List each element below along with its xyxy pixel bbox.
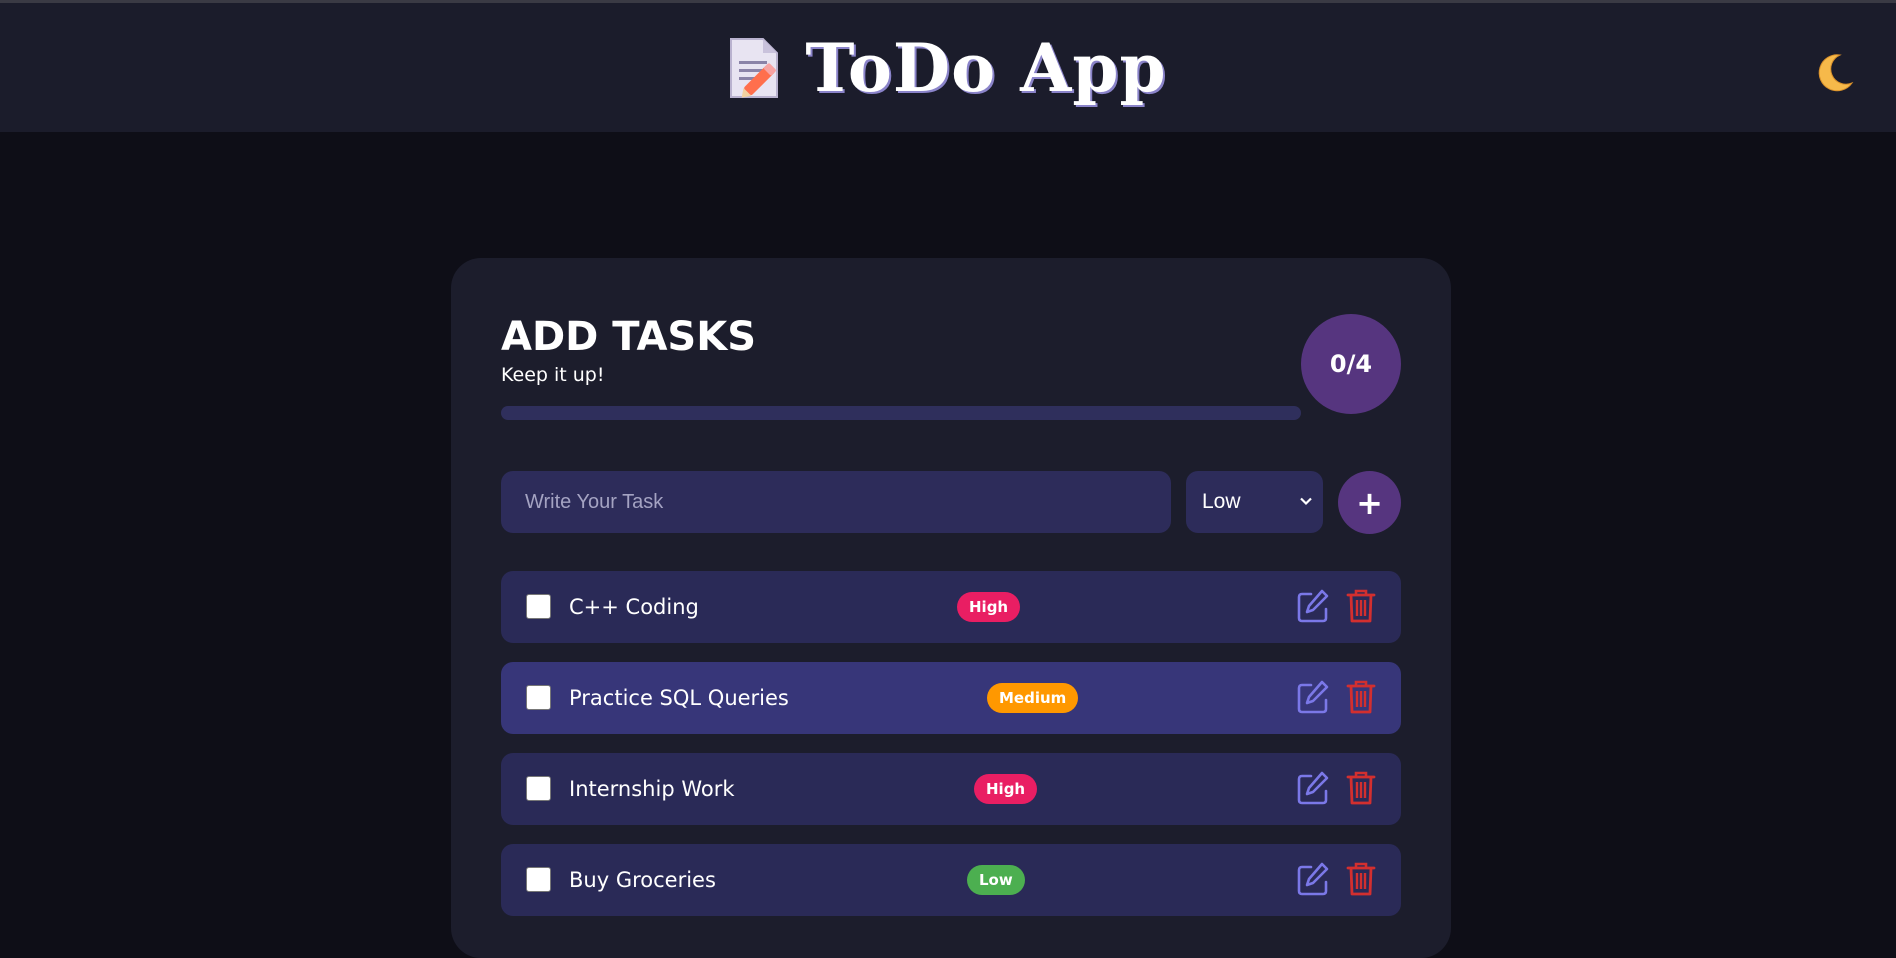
trash-icon[interactable] [1346, 861, 1380, 897]
task-item[interactable]: C++ Coding High [501, 571, 1401, 643]
task-item[interactable]: Buy Groceries Low [501, 844, 1401, 916]
task-checkbox[interactable] [526, 685, 551, 710]
priority-badge: High [974, 774, 1038, 804]
trash-icon[interactable] [1346, 770, 1380, 806]
priority-badge: Low [967, 865, 1025, 895]
task-text: Internship Work [569, 777, 735, 801]
edit-icon[interactable] [1296, 861, 1330, 897]
app-title: ToDo App [805, 28, 1167, 107]
add-task-button[interactable]: + [1338, 471, 1401, 534]
priority-select-value: Low [1202, 490, 1241, 513]
task-text: C++ Coding [569, 595, 699, 619]
task-text: Practice SQL Queries [569, 686, 789, 710]
trash-icon[interactable] [1346, 679, 1380, 715]
chevron-down-icon [1299, 490, 1313, 514]
task-list: C++ Coding High Practice SQL Queries Medium… [501, 571, 1401, 935]
memo-pencil-icon [725, 35, 783, 101]
priority-badge: Medium [987, 683, 1079, 713]
priority-select[interactable]: Low [1186, 471, 1323, 533]
task-counter: 0/4 [1301, 314, 1401, 414]
edit-icon[interactable] [1296, 770, 1330, 806]
card-title: ADD TASKS [501, 314, 757, 360]
priority-badge: High [957, 592, 1021, 622]
task-card: ADD TASKS Keep it up! 0/4 Low + C++ Codi… [451, 258, 1451, 958]
trash-icon[interactable] [1346, 588, 1380, 624]
navbar: ToDo App [0, 3, 1896, 132]
task-checkbox[interactable] [526, 776, 551, 801]
task-text: Buy Groceries [569, 868, 716, 892]
edit-icon[interactable] [1296, 588, 1330, 624]
crescent-moon-icon[interactable] [1812, 51, 1856, 95]
card-subtitle: Keep it up! [501, 364, 605, 386]
task-item[interactable]: Practice SQL Queries Medium [501, 662, 1401, 734]
task-checkbox[interactable] [526, 594, 551, 619]
task-item[interactable]: Internship Work High [501, 753, 1401, 825]
task-input[interactable] [501, 471, 1171, 533]
task-checkbox[interactable] [526, 867, 551, 892]
brand: ToDo App [725, 29, 1166, 107]
progress-bar [501, 406, 1301, 420]
edit-icon[interactable] [1296, 679, 1330, 715]
